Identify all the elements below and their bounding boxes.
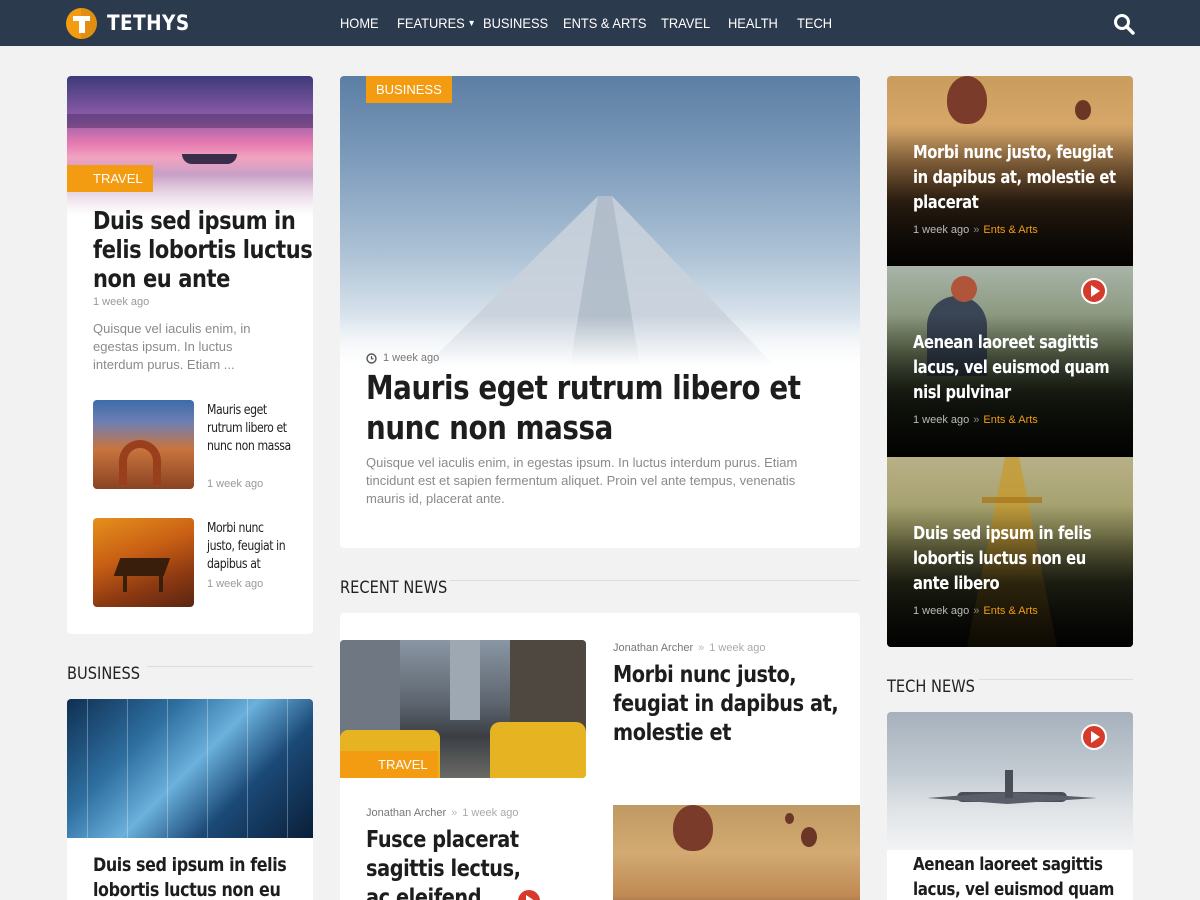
clock-icon: [366, 352, 377, 364]
left-featured-card: TRAVEL Duis sed ipsum in felis lobortis …: [67, 76, 313, 634]
overlay-post-card[interactable]: Aenean laoreet sagittis lacus, vel euism…: [887, 266, 1133, 457]
category-badge[interactable]: BUSINESS: [366, 76, 452, 103]
post-author[interactable]: Jonathan Archer: [613, 642, 693, 654]
small-post-thumbnail[interactable]: [93, 518, 194, 607]
post-meta: 1 week ago» Ents & Arts: [913, 224, 1038, 236]
play-icon[interactable]: [1081, 278, 1107, 304]
overlay-post-card[interactable]: Morbi nunc justo, feugiat in dapibus at,…: [887, 76, 1133, 266]
overlay-post-title[interactable]: Morbi nunc justo, feugiat in dapibus at,…: [913, 140, 1126, 215]
post-excerpt: Quisque vel iaculis enim, in egestas ips…: [93, 321, 251, 372]
top-navigation-bar: TETHYS HOME FEATURES ▼ BUSINESS ENTS & AR…: [0, 0, 1200, 46]
nav-tech[interactable]: TECH: [797, 15, 832, 31]
chevron-down-icon: ▼: [467, 18, 476, 28]
search-icon[interactable]: [1113, 13, 1135, 35]
hero-post-image[interactable]: [340, 76, 860, 366]
post-date: 1 week ago: [207, 578, 264, 590]
site-title: TETHYS: [107, 11, 190, 35]
business-post-title[interactable]: Duis sed ipsum in felis lobortis luctus …: [93, 853, 311, 900]
site-logo[interactable]: TETHYS: [66, 7, 201, 39]
post-date: 1 week ago: [913, 414, 970, 426]
post-category-link[interactable]: Ents & Arts: [983, 605, 1037, 617]
section-title: TECH NEWS: [887, 677, 975, 697]
nav-business[interactable]: BUSINESS: [483, 15, 548, 31]
section-title: BUSINESS: [67, 664, 141, 684]
hero-post-title[interactable]: Mauris eget rutrum libero et nunc non ma…: [366, 368, 836, 448]
small-post-title[interactable]: Morbi nunc justo, feugiat in dapibus at: [207, 520, 291, 574]
small-post-thumbnail[interactable]: [93, 400, 194, 489]
hero-post-excerpt: Quisque vel iaculis enim, in egestas ips…: [366, 455, 798, 506]
recent-news-card: TRAVEL Jonathan Archer» 1 week ago Morbi …: [340, 613, 860, 900]
nav-features[interactable]: FEATURES ▼: [397, 15, 476, 31]
hero-post-card: BUSINESS 1 week ago Mauris eget rutrum l…: [340, 76, 860, 548]
small-post-title[interactable]: Mauris eget rutrum libero et nunc non ma…: [207, 402, 291, 456]
business-post-card: Duis sed ipsum in felis lobortis luctus …: [67, 699, 313, 900]
category-badge[interactable]: TRAVEL: [340, 751, 438, 778]
recent-news-heading: RECENT NEWS: [340, 576, 860, 600]
post-date: 1 week ago: [93, 296, 150, 308]
post-meta: 1 week ago» Ents & Arts: [913, 414, 1038, 426]
post-author[interactable]: Jonathan Archer: [366, 807, 446, 819]
recent-post-title[interactable]: Fusce placerat sagittis lectus, ac eleif…: [366, 826, 542, 900]
tethys-logo-icon: [66, 7, 97, 39]
hero-post-meta: 1 week ago: [366, 352, 439, 364]
tech-news-card: Aenean laoreet sagittis lacus, vel euism…: [887, 712, 1133, 900]
post-meta: Jonathan Archer» 1 week ago: [366, 807, 519, 819]
post-date: 1 week ago: [207, 478, 264, 490]
nav-travel[interactable]: TRAVEL: [661, 15, 710, 31]
post-meta: Jonathan Archer» 1 week ago: [613, 642, 766, 654]
nav-ents-arts[interactable]: ENTS & ARTS: [563, 15, 647, 31]
nav-home[interactable]: HOME: [340, 15, 379, 31]
post-date: 1 week ago: [913, 605, 970, 617]
category-badge[interactable]: TRAVEL: [67, 165, 153, 192]
nav-features-label: FEATURES: [397, 15, 465, 31]
post-date: 1 week ago: [462, 807, 519, 819]
section-title: RECENT NEWS: [340, 578, 448, 598]
tech-post-title[interactable]: Aenean laoreet sagittis lacus, vel euism…: [913, 852, 1133, 900]
featured-post-image[interactable]: [67, 76, 313, 216]
post-category-link[interactable]: Ents & Arts: [983, 224, 1037, 236]
nav-health[interactable]: HEALTH: [728, 15, 778, 31]
featured-post-title[interactable]: Duis sed ipsum in felis lobortis luctus …: [93, 206, 313, 293]
play-icon[interactable]: [1081, 724, 1107, 750]
overlay-post-title[interactable]: Duis sed ipsum in felis lobortis luctus …: [913, 521, 1126, 596]
post-meta: 1 week ago» Ents & Arts: [913, 605, 1038, 617]
overlay-post-title[interactable]: Aenean laoreet sagittis lacus, vel euism…: [913, 330, 1126, 405]
recent-post-title[interactable]: Morbi nunc justo, feugiat in dapibus at,…: [613, 661, 857, 748]
business-post-image[interactable]: [67, 699, 313, 838]
post-date: 1 week ago: [709, 642, 766, 654]
post-date: 1 week ago: [383, 352, 440, 364]
tech-news-heading: TECH NEWS: [887, 675, 1133, 699]
overlay-post-card[interactable]: Duis sed ipsum in felis lobortis luctus …: [887, 457, 1133, 647]
business-section-heading: BUSINESS: [67, 662, 313, 686]
post-category-link[interactable]: Ents & Arts: [983, 414, 1037, 426]
recent-post-image[interactable]: [613, 805, 860, 900]
post-date: 1 week ago: [913, 224, 970, 236]
